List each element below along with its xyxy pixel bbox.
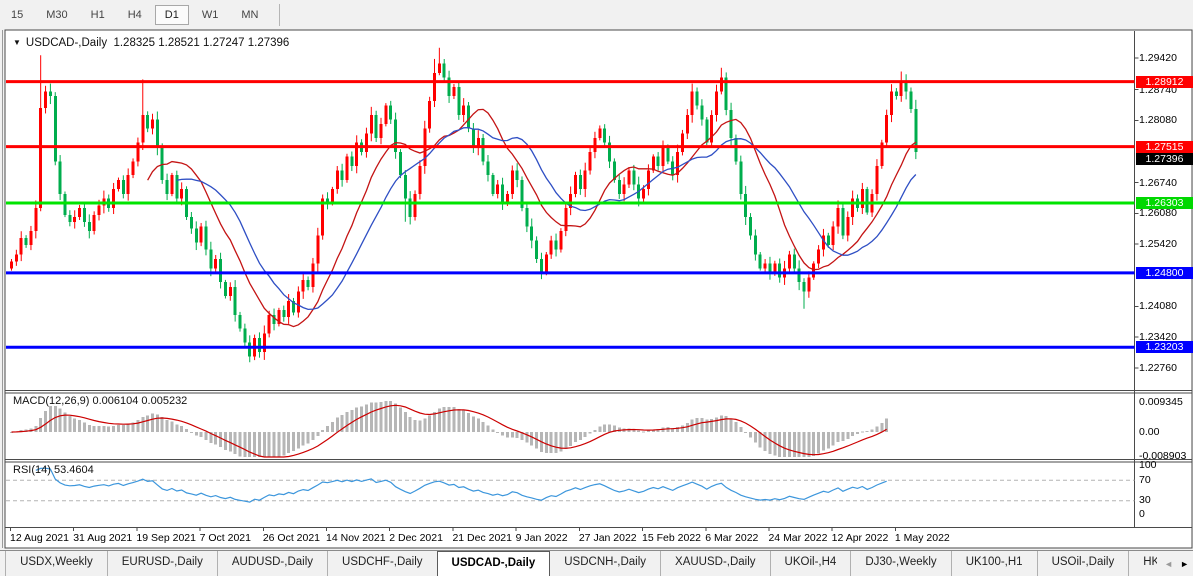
chart-tab-xauusddaily[interactable]: XAUUSD-,Daily xyxy=(660,551,770,576)
price-tick-1.22760: 1.22760 xyxy=(1139,362,1177,374)
date-label-19-Sep-2021: 19 Sep 2021 xyxy=(136,532,196,544)
chart-tab-dj30weekly[interactable]: DJ30-,Weekly xyxy=(850,551,950,576)
rsi-name: RSI(14) xyxy=(13,464,51,476)
macd-values: 0.006104 0.005232 xyxy=(92,395,187,407)
price-tick-1.25420: 1.25420 xyxy=(1139,238,1177,250)
date-label-12-Aug-2021: 12 Aug 2021 xyxy=(10,532,69,544)
price-level-badge-1.26303: 1.26303 xyxy=(1136,197,1193,209)
macd-name: MACD(12,26,9) xyxy=(13,395,89,407)
tab-scroll-arrows: ◄ ► xyxy=(1157,551,1193,576)
date-label-21-Dec-2021: 21 Dec 2021 xyxy=(452,532,512,544)
date-label-1-May-2022: 1 May 2022 xyxy=(895,532,950,544)
chart-tab-usdcaddaily[interactable]: USDCAD-,Daily xyxy=(437,551,551,576)
price-tick-1.29420: 1.29420 xyxy=(1139,52,1177,64)
current-price-badge: 1.27396 xyxy=(1136,153,1193,165)
rsi-label: RSI(14) 53.4604 xyxy=(13,464,94,476)
macd-axis-0.00: 0.00 xyxy=(1139,426,1159,438)
chart-tab-bar: USDX,WeeklyEURUSD-,DailyAUDUSD-,DailyUSD… xyxy=(0,550,1193,576)
chart-ohlc-values: 1.28325 1.28521 1.27247 1.27396 xyxy=(113,37,289,49)
chart-title: ▼ USDCAD-,Daily 1.28325 1.28521 1.27247 1… xyxy=(13,37,289,49)
date-label-6-Mar-2022: 6 Mar 2022 xyxy=(705,532,758,544)
rsi-value: 53.4604 xyxy=(54,464,94,476)
macd-axis-0.009345: 0.009345 xyxy=(1139,396,1183,408)
price-tick-1.26080: 1.26080 xyxy=(1139,207,1177,219)
price-level-badge-1.23203: 1.23203 xyxy=(1136,341,1193,353)
chart-tab-eurusddaily[interactable]: EURUSD-,Daily xyxy=(107,551,217,576)
chart-tab-usdchfdaily[interactable]: USDCHF-,Daily xyxy=(327,551,437,576)
chart-tab-usdcnhdaily[interactable]: USDCNH-,Daily xyxy=(550,551,660,576)
tab-scroll-right-icon[interactable]: ► xyxy=(1180,559,1189,569)
date-label-24-Mar-2022: 24 Mar 2022 xyxy=(768,532,827,544)
date-label-26-Oct-2021: 26 Oct 2021 xyxy=(263,532,320,544)
chart-tab-audusddaily[interactable]: AUDUSD-,Daily xyxy=(217,551,327,576)
rsi-axis-70: 70 xyxy=(1139,474,1151,486)
chart-symbol-label: USDCAD-,Daily xyxy=(26,37,107,49)
date-label-15-Feb-2022: 15 Feb 2022 xyxy=(642,532,701,544)
date-label-27-Jan-2022: 27 Jan 2022 xyxy=(579,532,637,544)
chart-tab-usoildaily[interactable]: USOil-,Daily xyxy=(1037,551,1129,576)
chart-tab-usdxweekly[interactable]: USDX,Weekly xyxy=(6,551,107,576)
chart-dropdown-icon[interactable]: ▼ xyxy=(13,38,21,47)
macd-label: MACD(12,26,9) 0.006104 0.005232 xyxy=(13,395,187,407)
date-label-14-Nov-2021: 14 Nov 2021 xyxy=(326,532,386,544)
date-label-31-Aug-2021: 31 Aug 2021 xyxy=(73,532,132,544)
rsi-axis-100: 100 xyxy=(1139,459,1157,471)
rsi-axis-30: 30 xyxy=(1139,494,1151,506)
chart-tab-ukoilh4[interactable]: UKOil-,H4 xyxy=(770,551,851,576)
date-label-2-Dec-2021: 2 Dec 2021 xyxy=(389,532,443,544)
price-level-badge-1.27515: 1.27515 xyxy=(1136,141,1193,153)
date-label-7-Oct-2021: 7 Oct 2021 xyxy=(200,532,251,544)
date-label-9-Jan-2022: 9 Jan 2022 xyxy=(516,532,568,544)
rsi-axis-0: 0 xyxy=(1139,508,1145,520)
tab-scroll-left-icon[interactable]: ◄ xyxy=(1164,559,1173,569)
price-level-badge-1.28912: 1.28912 xyxy=(1136,76,1193,88)
date-label-12-Apr-2022: 12 Apr 2022 xyxy=(832,532,889,544)
price-tick-1.24080: 1.24080 xyxy=(1139,300,1177,312)
price-tick-1.26740: 1.26740 xyxy=(1139,177,1177,189)
price-tick-1.28080: 1.28080 xyxy=(1139,114,1177,126)
chart-tab-uk100h1[interactable]: UK100-,H1 xyxy=(951,551,1037,576)
chart-canvas[interactable] xyxy=(0,0,1193,576)
price-level-badge-1.24800: 1.24800 xyxy=(1136,267,1193,279)
